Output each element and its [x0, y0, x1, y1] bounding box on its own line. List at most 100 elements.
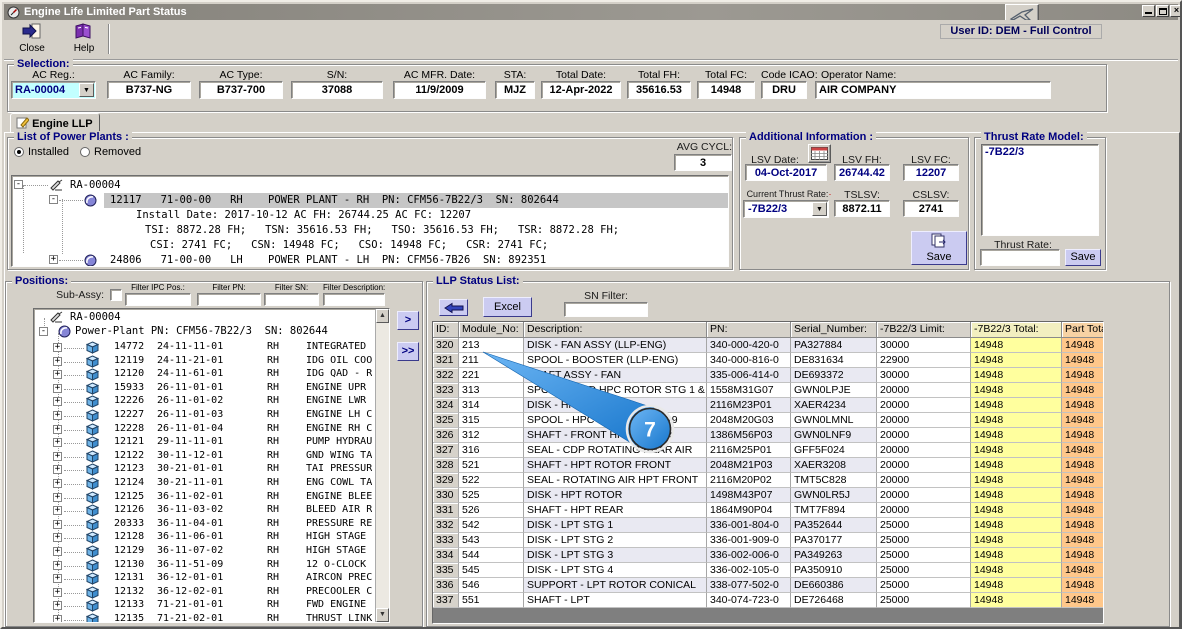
- tree-row[interactable]: +1222826-11-01-04RHENGINE RH CO: [34, 423, 374, 436]
- column-header[interactable]: Serial_Number:: [791, 322, 877, 338]
- expand-icon[interactable]: +: [53, 465, 62, 474]
- tree-row[interactable]: +1213571-21-02-01RHTHRUST LINK: [34, 613, 374, 623]
- tree-row[interactable]: Install Date: 2017-10-12 AC FH: 26744.25…: [12, 208, 728, 223]
- expand-icon[interactable]: +: [53, 425, 62, 434]
- expand-icon[interactable]: +: [53, 601, 62, 610]
- expand-icon[interactable]: +: [53, 343, 62, 352]
- collapse-icon[interactable]: -: [39, 327, 48, 336]
- tree-row[interactable]: +1213136-12-01-01RHAIRCON PRECO: [34, 572, 374, 585]
- expand-icon[interactable]: +: [53, 397, 62, 406]
- tree-row[interactable]: +24806 71-00-00 LH POWER PLANT - LH PN: …: [12, 253, 728, 267]
- radio-installed[interactable]: Installed: [14, 146, 69, 158]
- close-button[interactable]: Close: [12, 22, 52, 57]
- additional-info-save-button[interactable]: Save: [911, 231, 967, 265]
- table-row[interactable]: 331526SHAFT - HPT REAR1864M90P04TMT7F894…: [433, 503, 1103, 518]
- table-row[interactable]: 337551SHAFT - LPT340-074-723-0DE72646825…: [433, 593, 1103, 608]
- collapse-icon[interactable]: -: [14, 180, 23, 189]
- restore-button[interactable]: [1156, 5, 1169, 17]
- table-row[interactable]: 330525DISK - HPT ROTOR1498M43P07GWN0LR5J…: [433, 488, 1103, 503]
- expand-icon[interactable]: +: [53, 384, 62, 393]
- tree-row[interactable]: +1212129-11-11-01RHPUMP HYDRAUL: [34, 436, 374, 449]
- tree-row[interactable]: +2033336-11-04-01RHPRESSURE REG: [34, 518, 374, 531]
- expand-icon[interactable]: +: [53, 506, 62, 515]
- table-row[interactable]: 324314DISK - HPC STAGE 32116M23P01XAER42…: [433, 398, 1103, 413]
- table-row[interactable]: 327316SEAL - CDP ROTATING REAR AIR2116M2…: [433, 443, 1103, 458]
- filter-input[interactable]: [125, 293, 191, 306]
- tab-engine-llp[interactable]: Engine LLP: [10, 113, 100, 133]
- tree-row[interactable]: TSI: 8872.28 FH; TSN: 35616.53 FH; TSO: …: [12, 223, 728, 238]
- expand-icon[interactable]: +: [53, 547, 62, 556]
- expand-icon[interactable]: +: [53, 438, 62, 447]
- filter-input[interactable]: [197, 293, 261, 306]
- filter-input[interactable]: [264, 293, 319, 306]
- tree-row[interactable]: +1212024-11-61-01RHIDG QAD - RE: [34, 368, 374, 381]
- current-thrust-rate-combo[interactable]: -7B22/3 ▼: [743, 200, 829, 218]
- column-header[interactable]: -7B22/3 Total:: [971, 322, 1062, 338]
- table-row[interactable]: 321211SPOOL - BOOSTER (LLP-ENG)340-000-8…: [433, 353, 1103, 368]
- tree-row[interactable]: +1212636-11-03-02RHBLEED AIR RE: [34, 504, 374, 517]
- tree-row[interactable]: +1213371-21-01-01RHFWD ENGINE M: [34, 599, 374, 612]
- tree-row[interactable]: +1211924-11-21-01RHIDG OIL COOL: [34, 355, 374, 368]
- expand-icon[interactable]: +: [53, 411, 62, 420]
- positions-scrollbar[interactable]: ▲▼: [375, 309, 389, 622]
- table-row[interactable]: 326312SHAFT - FRONT HPC ROTOR1386M56P03G…: [433, 428, 1103, 443]
- expand-icon[interactable]: +: [53, 588, 62, 597]
- thrust-rate-model-list[interactable]: -7B22/3: [981, 144, 1099, 236]
- column-header[interactable]: ID:: [433, 322, 459, 338]
- tree-row[interactable]: +1222726-11-01-03RHENGINE LH CO: [34, 409, 374, 422]
- tree-row[interactable]: +1212330-21-01-01RHTAI PRESSURE: [34, 463, 374, 476]
- scroll-up-button[interactable]: ▲: [376, 309, 389, 323]
- expand-icon[interactable]: +: [53, 615, 62, 623]
- scroll-down-button[interactable]: ▼: [376, 608, 389, 622]
- table-row[interactable]: 325315SPOOL - HPC ROTOR STG 4-92048M20G0…: [433, 413, 1103, 428]
- tree-row[interactable]: +1212936-11-07-02RHHIGH STAGE M: [34, 545, 374, 558]
- expand-icon[interactable]: +: [53, 574, 62, 583]
- tree-row[interactable]: +1222626-11-01-02RHENGINE LWR L: [34, 395, 374, 408]
- expand-icon[interactable]: +: [53, 520, 62, 529]
- column-header[interactable]: Module_No:: [459, 322, 524, 338]
- expand-icon[interactable]: +: [53, 561, 62, 570]
- tree-row[interactable]: +1212230-11-12-01RHGND WING TAI: [34, 450, 374, 463]
- filter-input[interactable]: [323, 293, 385, 306]
- tree-row[interactable]: +1212430-21-11-01RHENG COWL TAI: [34, 477, 374, 490]
- column-header[interactable]: Part Total:: [1062, 322, 1104, 338]
- help-button[interactable]: Help: [64, 22, 104, 57]
- sn-filter-input[interactable]: [564, 302, 648, 317]
- sub-assy-checkbox[interactable]: [110, 289, 122, 301]
- tree-row[interactable]: +1212536-11-02-01RHENGINE BLEED: [34, 491, 374, 504]
- close-window-button[interactable]: ×: [1170, 5, 1182, 17]
- column-header[interactable]: Description:: [524, 322, 707, 338]
- column-header[interactable]: PN:: [707, 322, 791, 338]
- table-row[interactable]: 336546SUPPORT - LPT ROTOR CONICAL338-077…: [433, 578, 1103, 593]
- collapse-icon[interactable]: -: [49, 195, 58, 204]
- back-button[interactable]: [439, 299, 468, 316]
- thrust-rate-input[interactable]: [980, 249, 1060, 266]
- table-row[interactable]: 328521SHAFT - HPT ROTOR FRONT2048M21P03X…: [433, 458, 1103, 473]
- column-header[interactable]: -7B22/3 Limit:: [877, 322, 971, 338]
- table-row[interactable]: 320213DISK - FAN ASSY (LLP-ENG)340-000-4…: [433, 338, 1103, 353]
- expand-icon[interactable]: +: [53, 533, 62, 542]
- expand-icon[interactable]: +: [49, 255, 58, 264]
- tree-row[interactable]: RA-00004: [34, 311, 374, 325]
- minimize-button[interactable]: [1142, 5, 1155, 17]
- tree-row[interactable]: +1477224-11-11-01RHINTEGRATED I: [34, 341, 374, 354]
- table-row[interactable]: 334544DISK - LPT STG 3336-002-006-0PA349…: [433, 548, 1103, 563]
- combo-dropdown-button[interactable]: ▼: [812, 202, 827, 216]
- expand-icon[interactable]: +: [53, 357, 62, 366]
- move-all-button[interactable]: >>: [397, 342, 419, 361]
- table-row[interactable]: 322221SHAFT ASSY - FAN335-006-414-0DE693…: [433, 368, 1103, 383]
- thrust-rate-save-button[interactable]: Save: [1065, 249, 1101, 266]
- move-one-button[interactable]: >: [397, 311, 419, 330]
- expand-icon[interactable]: +: [53, 493, 62, 502]
- expand-icon[interactable]: +: [53, 452, 62, 461]
- tree-row[interactable]: -Power-Plant PN: CFM56-7B22/3 SN: 802644: [34, 325, 374, 339]
- expand-icon[interactable]: +: [53, 370, 62, 379]
- table-row[interactable]: 335545DISK - LPT STG 4336-002-105-0PA350…: [433, 563, 1103, 578]
- thrust-rate-model-item[interactable]: -7B22/3: [982, 145, 1098, 159]
- expand-icon[interactable]: +: [53, 479, 62, 488]
- tree-row[interactable]: +1593326-11-01-01RHENGINE UPR L: [34, 382, 374, 395]
- calendar-button[interactable]: [808, 144, 831, 163]
- tree-row[interactable]: +1213036-11-51-09RH12 O-CLOCK S: [34, 559, 374, 572]
- radio-removed[interactable]: Removed: [80, 146, 141, 158]
- combo-dropdown-button[interactable]: ▼: [79, 83, 94, 97]
